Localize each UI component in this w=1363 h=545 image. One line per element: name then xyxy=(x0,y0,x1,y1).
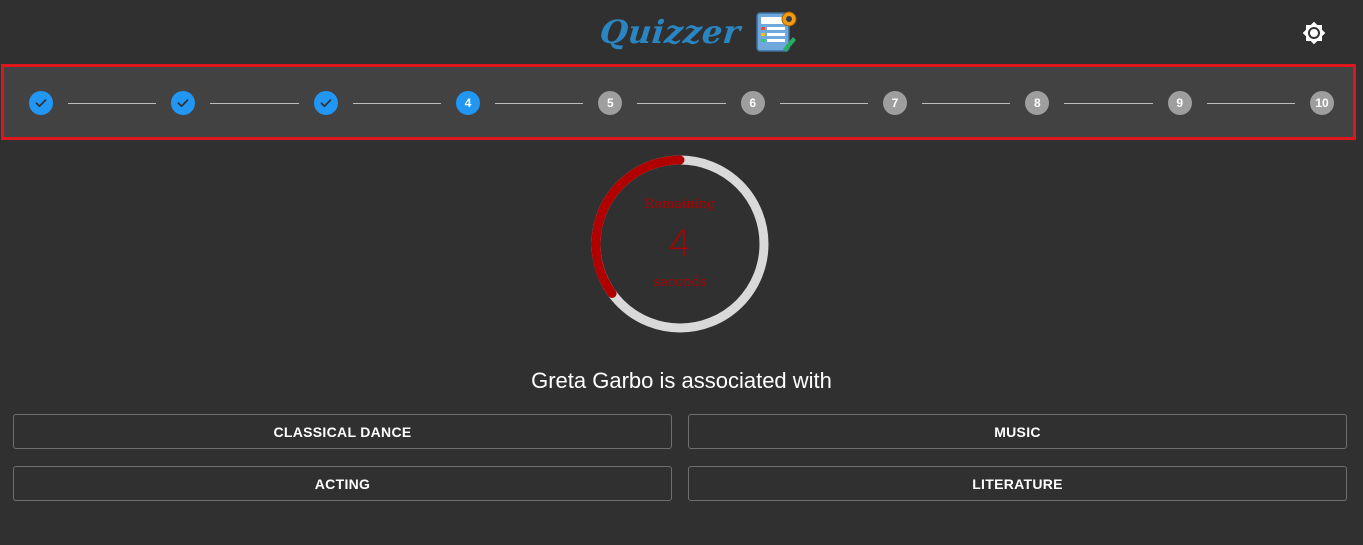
step-connector xyxy=(1064,103,1153,104)
step-connector xyxy=(637,103,726,104)
quiz-app: Quizzer 4 5 6 7 8 9 10 Remaining 4 secon… xyxy=(0,0,1363,545)
step-number: 5 xyxy=(606,96,614,110)
step-4[interactable]: 4 xyxy=(456,91,480,115)
step-connector xyxy=(352,103,441,104)
step-9[interactable]: 9 xyxy=(1167,91,1192,115)
timer-top-label: Remaining xyxy=(644,197,716,212)
step-7[interactable]: 7 xyxy=(883,91,907,115)
step-connector xyxy=(495,103,584,104)
step-5[interactable]: 5 xyxy=(598,91,623,115)
quiz-sheet-icon xyxy=(752,9,798,55)
countdown-timer: Remaining 4 seconds xyxy=(589,153,771,335)
step-1[interactable] xyxy=(29,91,53,115)
step-8[interactable]: 8 xyxy=(1025,91,1050,115)
check-icon xyxy=(320,99,332,108)
timer-bottom-label: seconds xyxy=(653,275,707,290)
step-3[interactable] xyxy=(313,91,338,115)
step-number: 8 xyxy=(1033,96,1041,110)
step-number: 6 xyxy=(749,96,756,110)
check-icon xyxy=(177,99,189,108)
brand: Quizzer xyxy=(598,6,798,58)
step-number: 7 xyxy=(891,96,899,110)
question-text: Greta Garbo is associated with xyxy=(531,368,832,393)
step-2[interactable] xyxy=(171,91,196,115)
step-10[interactable]: 10 xyxy=(1310,91,1334,115)
check-icon xyxy=(35,99,47,108)
theme-toggle-button[interactable] xyxy=(1301,20,1327,46)
step-connector xyxy=(779,103,868,104)
answer-option-1[interactable]: CLASSICAL DANCE xyxy=(13,414,672,449)
answer-option-3[interactable]: ACTING xyxy=(13,466,672,501)
brightness-icon xyxy=(1302,21,1326,45)
step-connector xyxy=(210,103,299,104)
header: Quizzer xyxy=(0,0,1363,64)
step-number: 4 xyxy=(464,96,472,110)
timer-value: 4 xyxy=(668,224,692,265)
brand-name: Quizzer xyxy=(598,13,743,51)
step-6[interactable]: 6 xyxy=(740,91,765,115)
step-connector xyxy=(922,103,1011,104)
answer-option-2[interactable]: MUSIC xyxy=(688,414,1347,449)
step-connector xyxy=(68,103,157,104)
step-connector xyxy=(1206,103,1295,104)
answer-option-4[interactable]: LITERATURE xyxy=(688,466,1347,501)
step-number: 9 xyxy=(1176,96,1183,110)
step-number: 10 xyxy=(1315,96,1329,110)
question-stepper: 4 5 6 7 8 9 10 xyxy=(1,64,1356,140)
